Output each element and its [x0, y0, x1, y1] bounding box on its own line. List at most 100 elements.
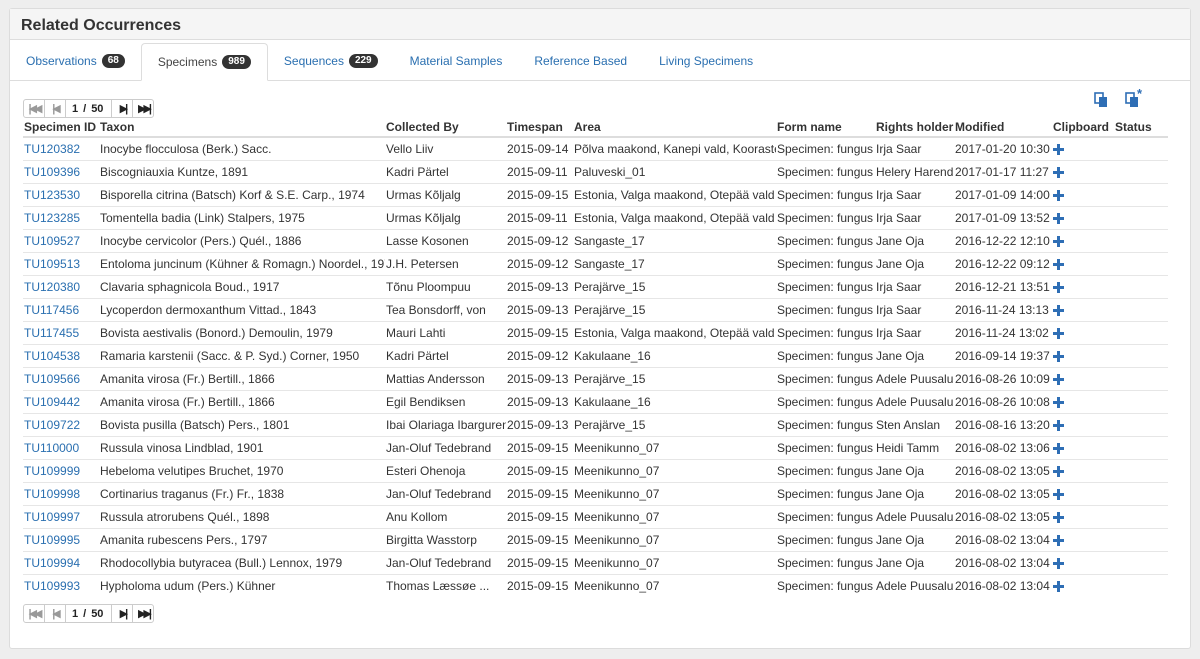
- specimen-id-link[interactable]: TU109566: [24, 372, 80, 386]
- column-header-modified[interactable]: Modified: [954, 118, 1052, 138]
- plus-icon[interactable]: [1053, 190, 1064, 202]
- tab-living-specimens[interactable]: Living Specimens: [643, 43, 769, 79]
- specimen-id-cell[interactable]: TU104538: [23, 344, 99, 368]
- column-header-status[interactable]: Status: [1114, 118, 1168, 138]
- plus-icon[interactable]: [1053, 213, 1064, 225]
- specimen-id-link[interactable]: TU123285: [24, 211, 80, 225]
- specimen-id-cell[interactable]: TU110000: [23, 436, 99, 460]
- specimen-id-cell[interactable]: TU109993: [23, 574, 99, 597]
- specimen-id-cell[interactable]: TU109995: [23, 528, 99, 552]
- prev-page-icon[interactable]: |◀: [45, 100, 66, 117]
- last-page-icon[interactable]: ▶▶|: [133, 605, 153, 622]
- specimen-id-link[interactable]: TU109513: [24, 257, 80, 271]
- specimen-id-link[interactable]: TU109997: [24, 510, 80, 524]
- specimen-id-link[interactable]: TU123530: [24, 188, 80, 202]
- specimen-id-link[interactable]: TU120382: [24, 142, 80, 156]
- copy-icon[interactable]: [1093, 92, 1109, 108]
- column-header-area[interactable]: Area: [573, 118, 776, 138]
- specimen-id-cell[interactable]: TU109998: [23, 482, 99, 506]
- specimen-id-cell[interactable]: TU117456: [23, 298, 99, 322]
- plus-icon[interactable]: [1053, 558, 1064, 570]
- specimen-id-link[interactable]: TU117455: [24, 326, 79, 340]
- specimen-id-link[interactable]: TU109993: [24, 579, 80, 593]
- cell-modified: 2016-08-02 13:04: [954, 528, 1052, 552]
- last-page-icon[interactable]: ▶▶|: [133, 100, 153, 117]
- cell-form-name: Specimen: fungus: [776, 505, 875, 529]
- cell-timespan: 2015-09-13: [506, 413, 573, 437]
- next-page-icon[interactable]: ▶|: [112, 605, 134, 622]
- specimen-id-cell[interactable]: TU109566: [23, 367, 99, 391]
- specimen-id-cell[interactable]: TU109997: [23, 505, 99, 529]
- specimen-id-cell[interactable]: TU117455: [23, 321, 99, 345]
- tab-reference-based[interactable]: Reference Based: [518, 43, 643, 79]
- plus-icon[interactable]: [1053, 535, 1064, 547]
- plus-icon[interactable]: [1053, 167, 1064, 179]
- specimen-id-cell[interactable]: TU109722: [23, 413, 99, 437]
- specimen-id-link[interactable]: TU117456: [24, 303, 79, 317]
- specimen-id-link[interactable]: TU109999: [24, 464, 80, 478]
- plus-icon[interactable]: [1053, 443, 1064, 455]
- cell-modified: 2016-08-02 13:05: [954, 459, 1052, 483]
- column-header-rights-holder[interactable]: Rights holder: [875, 118, 954, 138]
- specimen-id-cell[interactable]: TU109513: [23, 252, 99, 276]
- first-page-icon[interactable]: |◀◀: [24, 100, 45, 117]
- specimen-id-link[interactable]: TU109527: [24, 234, 80, 248]
- plus-icon[interactable]: [1053, 259, 1064, 271]
- column-header-collected-by[interactable]: Collected By: [385, 118, 506, 138]
- column-header-taxon[interactable]: Taxon: [99, 118, 385, 138]
- tab-sequences[interactable]: Sequences 229: [268, 43, 394, 79]
- cell-modified: 2016-08-02 13:05: [954, 505, 1052, 529]
- tab-specimens[interactable]: Specimens 989: [140, 43, 268, 81]
- plus-icon[interactable]: [1053, 144, 1064, 156]
- plus-icon[interactable]: [1053, 397, 1064, 409]
- specimen-id-cell[interactable]: TU123285: [23, 206, 99, 230]
- cell-status: [1114, 482, 1168, 506]
- specimen-id-link[interactable]: TU120380: [24, 280, 80, 294]
- specimen-id-link[interactable]: TU109994: [24, 556, 80, 570]
- tab-material-samples[interactable]: Material Samples: [394, 43, 519, 79]
- column-header-timespan[interactable]: Timespan: [506, 118, 573, 138]
- specimen-id-link[interactable]: TU109998: [24, 487, 80, 501]
- plus-icon[interactable]: [1053, 581, 1064, 593]
- specimen-id-cell[interactable]: TU109527: [23, 229, 99, 253]
- cell-area: Paluveski_01: [573, 160, 776, 184]
- cell-taxon: Hebeloma velutipes Bruchet, 1970: [99, 459, 385, 483]
- next-page-icon[interactable]: ▶|: [112, 100, 134, 117]
- plus-icon[interactable]: [1053, 374, 1064, 386]
- specimen-id-cell[interactable]: TU109442: [23, 390, 99, 414]
- cell-clipboard: [1052, 574, 1114, 597]
- specimen-id-cell[interactable]: TU120382: [23, 136, 99, 161]
- specimen-id-link[interactable]: TU110000: [24, 441, 79, 455]
- cell-clipboard: [1052, 275, 1114, 299]
- plus-icon[interactable]: [1053, 420, 1064, 432]
- specimen-id-cell[interactable]: TU120380: [23, 275, 99, 299]
- prev-page-icon[interactable]: |◀: [45, 605, 66, 622]
- plus-icon[interactable]: [1053, 466, 1064, 478]
- plus-icon[interactable]: [1053, 236, 1064, 248]
- specimen-id-link[interactable]: TU109442: [24, 395, 80, 409]
- cell-timespan: 2015-09-15: [506, 528, 573, 552]
- tab-observations[interactable]: Observations 68: [10, 43, 141, 79]
- first-page-icon[interactable]: |◀◀: [24, 605, 45, 622]
- column-header-clipboard[interactable]: Clipboard: [1052, 118, 1114, 138]
- plus-icon[interactable]: [1053, 328, 1064, 340]
- specimen-id-cell[interactable]: TU109994: [23, 551, 99, 575]
- cell-taxon: Entoloma juncinum (Kühner & Romagn.) Noo…: [99, 252, 385, 276]
- specimen-id-link[interactable]: TU109722: [24, 418, 80, 432]
- column-header-form-name[interactable]: Form name: [776, 118, 875, 138]
- cell-modified: 2016-12-21 13:51: [954, 275, 1052, 299]
- specimen-id-link[interactable]: TU104538: [24, 349, 80, 363]
- plus-icon[interactable]: [1053, 489, 1064, 501]
- specimen-id-link[interactable]: TU109995: [24, 533, 80, 547]
- plus-icon[interactable]: [1053, 512, 1064, 524]
- column-header-specimen-id[interactable]: Specimen ID: [23, 118, 99, 138]
- specimen-id-cell[interactable]: TU123530: [23, 183, 99, 207]
- plus-icon[interactable]: [1053, 305, 1064, 317]
- plus-icon[interactable]: [1053, 282, 1064, 294]
- plus-icon[interactable]: [1053, 351, 1064, 363]
- specimen-id-cell[interactable]: TU109396: [23, 160, 99, 184]
- cell-rights-holder: Jane Oja: [875, 344, 954, 368]
- specimen-id-cell[interactable]: TU109999: [23, 459, 99, 483]
- cell-rights-holder: Adele Puusalu: [875, 390, 954, 414]
- specimen-id-link[interactable]: TU109396: [24, 165, 80, 179]
